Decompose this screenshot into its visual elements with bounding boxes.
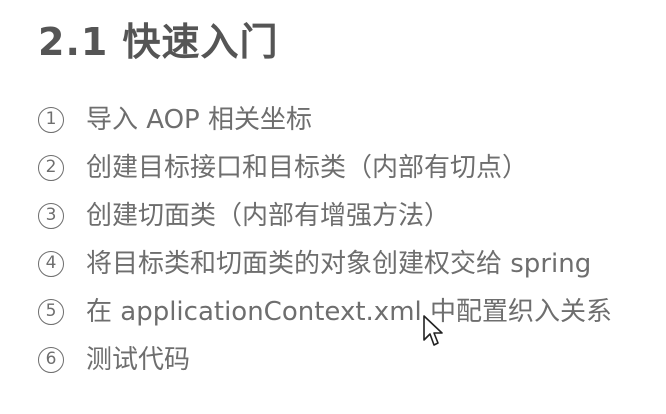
step-number-2: 2 [38,155,64,181]
slide-title: 2.1 快速入门 [38,20,279,64]
steps-list: 1 导入 AOP 相关坐标 2 创建目标接口和目标类（内部有切点） 3 创建切面… [38,96,612,384]
step-number-1: 1 [38,107,64,133]
step-number-3: 3 [38,203,64,229]
step-item-5: 5 在 applicationContext.xml 中配置织入关系 [38,288,612,336]
step-item-3: 3 创建切面类（内部有增强方法） [38,192,612,240]
step-number-5: 5 [38,299,64,325]
step-text-1: 导入 AOP 相关坐标 [86,105,313,135]
mouse-pointer-icon [423,315,443,346]
step-item-4: 4 将目标类和切面类的对象创建权交给 spring [38,240,612,288]
slide: 2.1 快速入门 1 导入 AOP 相关坐标 2 创建目标接口和目标类（内部有切… [0,0,666,414]
step-number-6: 6 [38,347,64,373]
step-text-2: 创建目标接口和目标类（内部有切点） [86,153,529,183]
step-text-4: 将目标类和切面类的对象创建权交给 spring [86,249,592,279]
step-text-3: 创建切面类（内部有增强方法） [86,201,451,231]
step-item-2: 2 创建目标接口和目标类（内部有切点） [38,144,612,192]
step-text-5: 在 applicationContext.xml 中配置织入关系 [86,297,613,327]
step-item-1: 1 导入 AOP 相关坐标 [38,96,612,144]
step-item-6: 6 测试代码 [38,336,612,384]
step-text-6: 测试代码 [86,345,191,375]
step-number-4: 4 [38,251,64,277]
